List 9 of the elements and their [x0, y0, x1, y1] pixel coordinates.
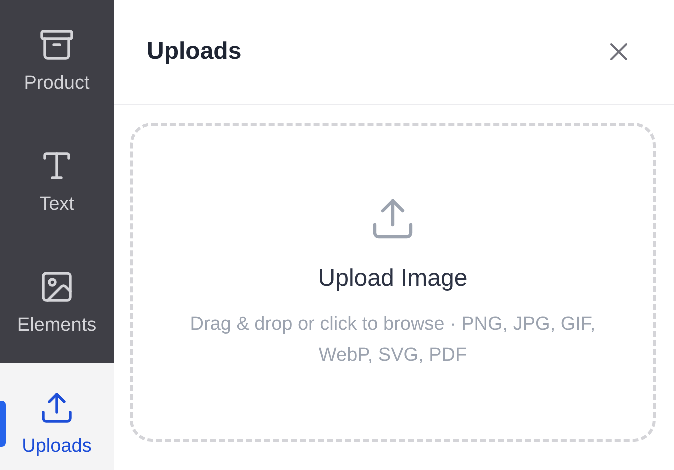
- sidebar-item[interactable]: Uploads: [0, 363, 114, 470]
- upload-dropzone[interactable]: Upload Image Drag & drop or click to browse · PNG, JPG, GIF, WebP, SVG, PDF: [130, 123, 656, 442]
- dropzone-title: Upload Image: [318, 264, 468, 292]
- active-indicator: [0, 401, 6, 447]
- panel-title: Uploads: [147, 38, 242, 66]
- sidebar-item[interactable]: Elements: [0, 242, 114, 363]
- sidebar-item[interactable]: Text: [0, 121, 114, 242]
- dropzone-hint: Drag & drop or click to browse · PNG, JPG, GIF, WebP, SVG, PDF: [189, 312, 597, 368]
- sidebar-item[interactable]: Product: [0, 0, 114, 121]
